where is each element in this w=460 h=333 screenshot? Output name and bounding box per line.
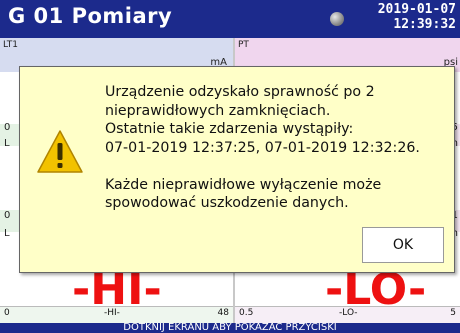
bar-max-right: 5 [450,308,456,318]
dialog-message: Urządzenie odzyskało sprawność po 2 niep… [105,84,420,211]
edge-label: L [4,138,10,149]
bar-max-left: 48 [217,308,229,318]
edge-label: 0 [4,210,11,221]
status-led-icon [330,12,344,26]
bar-label-left: -HI- [104,308,120,318]
warning-icon [36,129,84,179]
datetime: 2019-01-07 12:39:32 [378,2,456,32]
touch-hint-bar[interactable]: DOTKNIJ EKRANU ABY POKAZAĆ PRZYCISKI [0,323,460,333]
channel-name-left: LT1 [3,40,18,50]
edge-label: 0 [4,122,11,133]
ok-button[interactable]: OK [362,227,444,263]
time-label: 12:39:32 [393,17,456,32]
channel-name-right: PT [238,40,249,50]
edge-label: L [4,228,10,239]
warning-dialog: Urządzenie odzyskało sprawność po 2 niep… [19,66,455,273]
date-label: 2019-01-07 [377,2,456,17]
page-title: G 01 Pomiary [8,4,173,28]
bar-min-left: 0 [4,308,10,318]
title-bar: G 01 Pomiary 2019-01-07 12:39:32 [0,0,460,38]
bar-label-right: -LO- [339,308,358,318]
bar-min-right: 0.5 [239,308,254,318]
